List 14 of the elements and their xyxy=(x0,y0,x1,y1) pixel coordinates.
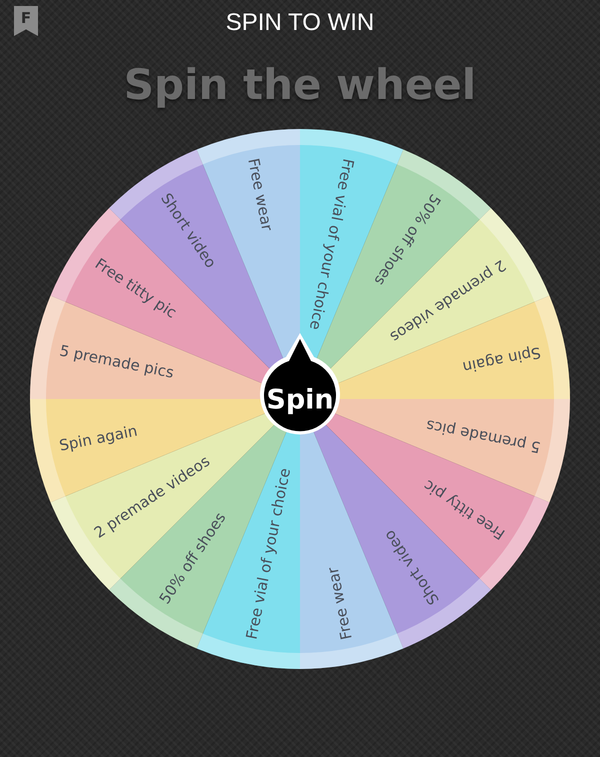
segment-label: Free titty pic xyxy=(92,254,180,322)
bookmark-logo: F xyxy=(14,6,38,36)
segment-label: Free wear xyxy=(324,566,356,642)
segment-label: Spin again xyxy=(58,422,139,455)
page-title: SPIN TO WIN xyxy=(226,9,374,37)
segment-label: Free wear xyxy=(244,156,276,232)
segment-label: Spin again xyxy=(461,343,542,376)
segment-label: Free vial of your choice xyxy=(242,466,294,641)
segment-label: Free vial of your choice xyxy=(306,157,358,332)
segment-label: 5 premade pics xyxy=(58,341,176,382)
segment-label: Free titty pic xyxy=(420,476,508,544)
spin-button[interactable]: Spin xyxy=(260,333,340,434)
segment-label: 5 premade pics xyxy=(424,416,542,457)
heading: Spin the wheel xyxy=(124,60,476,109)
